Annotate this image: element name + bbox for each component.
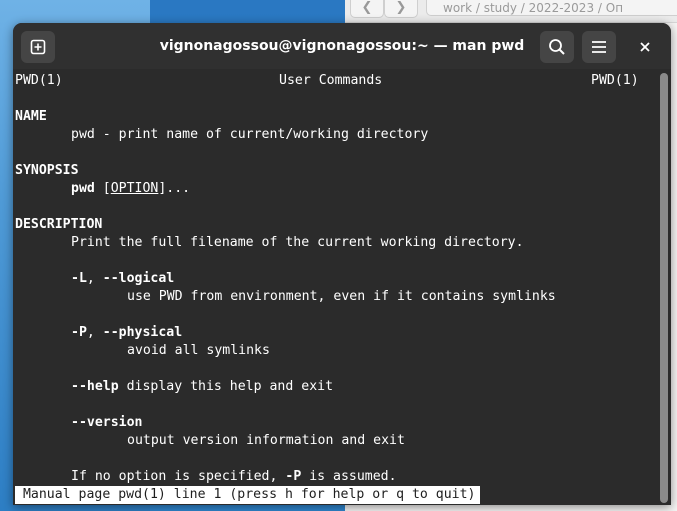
section-synopsis-heading: SYNOPSIS (15, 163, 79, 178)
terminal-titlebar: vignonagossou@vignonagossou:~ — man pwd (13, 23, 671, 69)
option-help: --help display this help and exit (71, 378, 333, 396)
description-text: Print the full filename of the current w… (71, 235, 524, 250)
option-logical: -L, --logical (71, 270, 174, 288)
option-L-separator: , (86, 271, 103, 286)
synopsis-option: OPTION (110, 181, 159, 196)
forward-arrow-icon: ❯ (395, 0, 407, 15)
option-P-long: --physical (102, 325, 183, 340)
new-tab-button[interactable] (21, 31, 55, 63)
close-button[interactable] (628, 31, 662, 63)
option-help-flag: --help (71, 379, 119, 394)
forward-button[interactable]: ❯ (384, 0, 418, 18)
back-button[interactable]: ❮ (350, 0, 384, 18)
synopsis-line: pwd [OPTION]... (71, 180, 190, 198)
section-name-heading: NAME (15, 109, 47, 124)
name-description: pwd - print name of current/working dire… (71, 127, 429, 142)
pager-status-bar: Manual page pwd(1) line 1 (press h for h… (15, 486, 480, 504)
section-description-heading: DESCRIPTION (15, 217, 103, 232)
man-header-left: PWD(1) (15, 73, 63, 88)
option-version-description: output version information and exit (127, 433, 405, 448)
vertical-scrollbar[interactable] (657, 71, 671, 505)
new-tab-icon (30, 39, 46, 55)
scrollbar-thumb[interactable] (660, 73, 668, 503)
close-icon (640, 42, 650, 52)
search-icon (549, 39, 565, 55)
option-L-short: -L (71, 271, 87, 286)
man-header-right: PWD(1) (591, 73, 639, 88)
option-P-short: -P (71, 325, 87, 340)
menu-button[interactable] (582, 31, 616, 63)
default-note-post: is assumed. (301, 469, 397, 484)
synopsis-bracket-close: ]... (158, 181, 191, 196)
default-note-option: -P (285, 469, 302, 484)
back-arrow-icon: ❮ (361, 0, 373, 15)
option-P-separator: , (86, 325, 103, 340)
option-logical-description: use PWD from environment, even if it con… (127, 289, 556, 304)
default-note-pre: If no option is specified, (71, 469, 286, 484)
man-header-center: User Commands (279, 73, 383, 88)
terminal-content[interactable]: PWD(1) User Commands PWD(1) NAME pwd - p… (15, 71, 655, 505)
search-button[interactable] (540, 31, 574, 63)
synopsis-bracket-open: [ (94, 181, 111, 196)
default-option-note: If no option is specified, -P is assumed… (71, 468, 397, 486)
menu-icon (592, 41, 606, 53)
synopsis-command: pwd (71, 181, 95, 196)
terminal-window: vignonagossou@vignonagossou:~ — man pwd … (13, 23, 671, 505)
option-version: --version (71, 415, 143, 430)
background-window-path-bar[interactable]: work / study / 2022-2023 / Оп (426, 0, 677, 16)
option-physical-description: avoid all symlinks (127, 343, 270, 358)
option-help-description: display this help and exit (118, 379, 334, 394)
option-physical: -P, --physical (71, 324, 182, 342)
option-L-long: --logical (102, 271, 175, 286)
